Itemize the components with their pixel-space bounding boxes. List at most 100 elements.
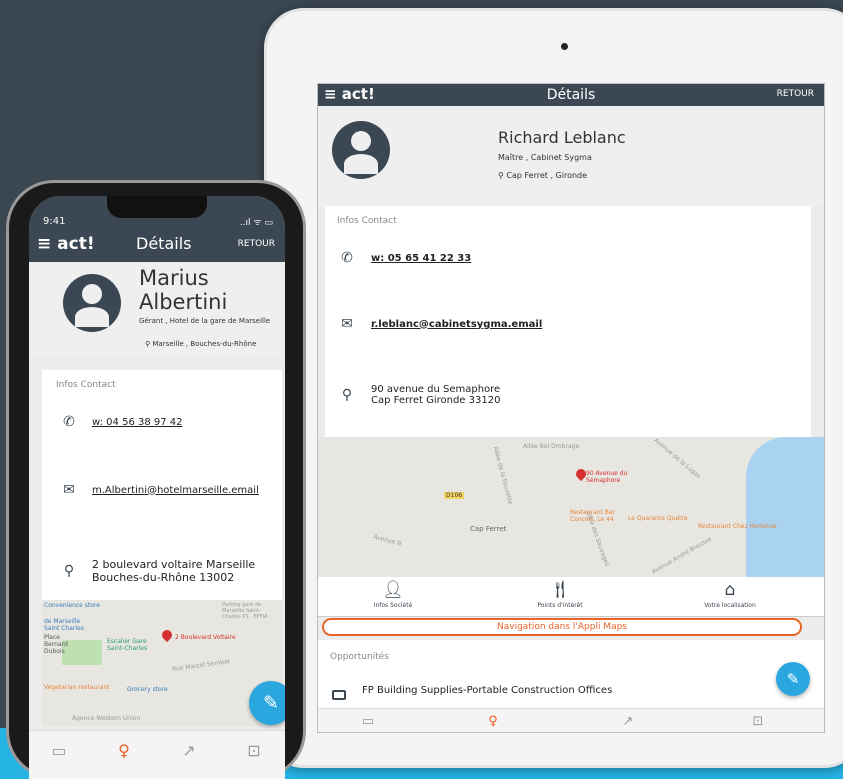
phone-link[interactable]: w: 05 65 41 22 33 <box>371 253 471 264</box>
map-pin-icon[interactable] <box>159 627 175 643</box>
home-icon: ⌂ <box>724 580 736 600</box>
contact-location: ⚲ Marseille , Bouches-du-Rhône <box>145 340 256 348</box>
map-label: Escalier Gare Saint-Charles <box>107 638 148 652</box>
opportunity-item[interactable]: FP Building Supplies-Portable Constructi… <box>362 685 612 696</box>
nav-label: Infos Société <box>373 602 413 609</box>
address-line1: 2 boulevard voltaire Marseille <box>92 558 256 571</box>
app-logo[interactable]: ≡ act! <box>37 234 95 254</box>
address-row[interactable]: ⚲ 90 avenue du Semaphore Cap Ferret Giro… <box>339 384 501 406</box>
money-icon[interactable]: ⊡ <box>234 741 274 760</box>
avatar-icon <box>63 274 121 332</box>
map-view[interactable]: Allée Bel Ombrage Allée de la Fauvette A… <box>318 437 824 577</box>
phone-icon: ✆ <box>63 414 75 430</box>
infos-contact-card: Infos Contact ✆ w: 05 65 41 22 33 ✉ r.le… <box>325 206 811 438</box>
nav-label: Points d'intérêt <box>537 602 583 609</box>
map-nav-bar: 👤︎ Infos Société 🍴︎ Points d'intérêt ⌂ V… <box>318 577 824 617</box>
phone-icon: ✆ <box>341 250 353 266</box>
status-icons: ..ıl ᯤ ▭ <box>239 218 273 228</box>
calendar-icon[interactable]: ▭ <box>39 741 79 760</box>
address-text: 90 avenue du Semaphore Cap Ferret Girond… <box>371 384 500 406</box>
contact-name: Richard Leblanc <box>498 128 626 147</box>
edit-icon: ✎ <box>263 692 279 714</box>
address-line2: Cap Ferret Gironde 33120 <box>371 395 501 406</box>
back-button[interactable]: RETOUR <box>777 89 814 99</box>
map-label: de Marseille Saint Charles <box>44 618 84 632</box>
address-row[interactable]: ⚲ 2 boulevard voltaire Marseille Bouches… <box>60 558 255 584</box>
phone-row[interactable]: ✆ w: 04 56 38 97 42 <box>60 414 183 430</box>
mail-icon: ✉ <box>341 316 353 332</box>
email-row[interactable]: ✉ r.leblanc@cabinetsygma.email <box>339 316 542 332</box>
nav-points-interet[interactable]: 🍴︎ Points d'intérêt <box>510 581 610 609</box>
location-text: Marseille , Bouches-du-Rhône <box>152 340 257 348</box>
top-bar: ≡ act! Détails RETOUR <box>29 232 285 262</box>
map-label: Allée Bel Ombrage <box>523 443 580 450</box>
map-label: Allée de la Fauvette <box>491 445 514 506</box>
location-text: Cap Ferret , Gironde <box>506 171 588 180</box>
map-water <box>746 437 824 577</box>
money-icon[interactable]: ⊡ <box>738 714 778 729</box>
phone-link[interactable]: w: 04 56 38 97 42 <box>92 417 183 428</box>
map-view[interactable]: Convenience store de Marseille Saint Cha… <box>42 600 282 726</box>
email-row[interactable]: ✉ m.Albertini@hotelmarseille.email <box>60 482 259 498</box>
page-title: Détails <box>546 87 596 103</box>
edit-fab-button[interactable]: ✎ <box>776 662 810 696</box>
nav-infos-societe[interactable]: 👤︎ Infos Société <box>343 581 443 609</box>
bottom-tab-bar: ▭ ♀ ↗ ⊡ <box>29 730 285 779</box>
phone-screen: 9:41 ..ıl ᯤ ▭ ≡ act! Détails RETOUR Mari… <box>29 196 285 779</box>
back-button[interactable]: RETOUR <box>238 239 275 249</box>
phone-row[interactable]: ✆ w: 05 65 41 22 33 <box>339 250 471 266</box>
nav-label: Votre localisation <box>704 602 756 609</box>
map-label: Agence Western Union <box>72 715 141 722</box>
poi-label[interactable]: Grocery store <box>127 686 168 693</box>
camera-icon <box>561 43 568 50</box>
address-line2: Bouches-du-Rhône 13002 <box>92 571 235 584</box>
email-link[interactable]: m.Albertini@hotelmarseille.email <box>92 485 259 496</box>
section-title: Infos Contact <box>337 216 397 226</box>
notch <box>107 196 207 218</box>
section-title: Opportunités <box>330 652 389 662</box>
address-line1: 90 avenue du Semaphore <box>371 384 501 395</box>
infos-contact-card: Infos Contact ✆ w: 04 56 38 97 42 ✉ m.Al… <box>42 370 282 600</box>
edit-fab-button[interactable]: ✎ <box>249 681 285 725</box>
map-label: Avenue de la Lugas <box>652 437 702 480</box>
map-label: Rue Marcel Sembat <box>171 657 231 674</box>
map-pin-label: 2 Boulevard Voltaire <box>175 634 236 641</box>
map-label: Parking gare de Marseille Saint-Charles … <box>222 602 268 620</box>
document-icon <box>332 690 346 700</box>
map-label: Avenue André Brousse <box>650 535 713 576</box>
cutlery-icon: 🍴︎ <box>549 580 571 600</box>
poi-label[interactable]: Vegetarian restaurant <box>44 684 110 691</box>
map-label: Avenue N <box>372 533 403 548</box>
chart-icon[interactable]: ↗ <box>169 741 209 760</box>
opportunities-card: Opportunités FP Building Supplies-Portab… <box>318 640 824 712</box>
email-link[interactable]: r.leblanc@cabinetsygma.email <box>371 319 542 330</box>
poi-label[interactable]: Le Quarante Quatre <box>628 515 688 522</box>
poi-label[interactable]: Restaurant Chez Hortense <box>698 523 777 530</box>
contact-name: Marius Albertini <box>139 266 227 314</box>
tablet-screen: ≡ act! Détails RETOUR Richard Leblanc Ma… <box>317 83 825 733</box>
maps-navigation-button[interactable]: Navigation dans l'Appli Maps <box>322 618 802 636</box>
contact-role: Maître , Cabinet Sygma <box>498 153 592 162</box>
map-pin-label: 90 Avenue du Sémaphore <box>586 470 628 484</box>
contact-header: Marius Albertini Gérant , Hotel de la ga… <box>29 262 285 356</box>
chart-icon[interactable]: ↗ <box>608 714 648 729</box>
edit-icon: ✎ <box>786 670 800 688</box>
top-bar: ≡ act! Détails RETOUR <box>318 84 824 106</box>
location-pin-icon: ⚲ <box>145 340 151 348</box>
contact-location: ⚲ Cap Ferret , Gironde <box>498 171 587 180</box>
contact-header: Richard Leblanc Maître , Cabinet Sygma ⚲… <box>318 106 824 206</box>
contact-first-name: Marius <box>139 266 209 290</box>
address-text: 2 boulevard voltaire Marseille Bouches-d… <box>92 558 255 584</box>
contact-icon[interactable]: ♀ <box>104 741 144 760</box>
status-bar: 9:41 ..ıl ᯤ ▭ <box>29 196 285 236</box>
contact-role: Gérant , Hotel de la gare de Marseille <box>139 317 271 325</box>
road-badge: D106 <box>444 492 465 499</box>
nav-votre-localisation[interactable]: ⌂ Votre localisation <box>680 581 780 609</box>
mail-icon: ✉ <box>63 482 75 498</box>
tablet-device: ≡ act! Détails RETOUR Richard Leblanc Ma… <box>264 8 843 768</box>
calendar-icon[interactable]: ▭ <box>348 714 388 729</box>
contact-icon[interactable]: ♀ <box>473 714 513 729</box>
location-pin-icon: ⚲ <box>63 563 75 579</box>
status-time: 9:41 <box>43 216 66 227</box>
page-title: Détails <box>136 234 192 253</box>
